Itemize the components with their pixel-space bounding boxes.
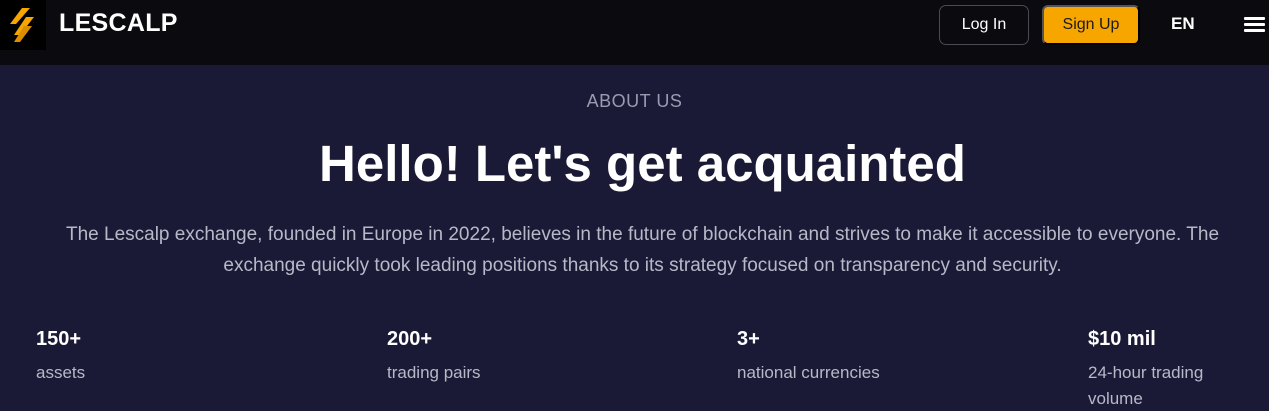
stat-label: 24-hour trading volume	[1088, 363, 1204, 408]
brand-name[interactable]: LESCALP	[59, 9, 178, 38]
section-eyebrow: ABOUT US	[586, 91, 683, 111]
page-title: Hello! Let's get acquainted	[319, 135, 966, 192]
stat-value: 3+	[737, 328, 760, 350]
about-description: The Lescalp exchange, founded in Europe …	[65, 224, 1220, 276]
top-navigation-bar: LESCALP Log In Sign Up EN	[0, 0, 1269, 65]
stat-label: assets	[36, 363, 86, 382]
stat-value: 200+	[387, 328, 433, 350]
stat-assets: 150+ assets	[36, 327, 216, 386]
lightning-bolt-logo-icon	[10, 8, 34, 42]
login-button[interactable]: Log In	[939, 5, 1029, 45]
stat-trading-pairs: 200+ trading pairs	[387, 327, 567, 386]
stat-trading-volume: $10 mil 24-hour trading volume	[1088, 327, 1238, 411]
stat-value: 150+	[36, 328, 82, 350]
logo-icon[interactable]	[0, 0, 46, 50]
language-selector[interactable]: EN	[1171, 14, 1195, 34]
stat-national-currencies: 3+ national currencies	[737, 327, 937, 386]
stat-label: trading pairs	[387, 363, 481, 382]
stat-label: national currencies	[737, 363, 880, 382]
stat-value: $10 mil	[1088, 328, 1156, 350]
signup-button[interactable]: Sign Up	[1042, 5, 1140, 45]
hamburger-menu-icon[interactable]	[1244, 17, 1265, 33]
